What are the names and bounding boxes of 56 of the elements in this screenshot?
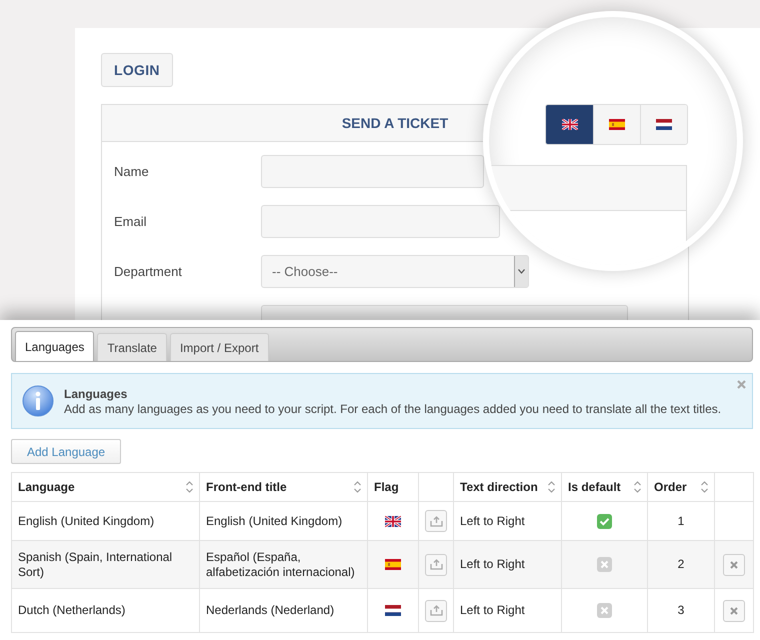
- upload-icon: [430, 605, 442, 616]
- caret-icon: [518, 269, 525, 274]
- table-cell: 1: [678, 514, 684, 528]
- language-switch-button[interactable]: [593, 105, 640, 144]
- notice-title: Languages: [64, 386, 128, 400]
- close-icon: [730, 606, 738, 614]
- cross-icon[interactable]: [597, 557, 612, 572]
- login-button[interactable]: LOGIN: [101, 53, 173, 87]
- sort-icon[interactable]: [354, 481, 361, 493]
- notice-text: Add as many languages as you need to your script. For each of the languages added you need to translate all the text titles.: [64, 402, 722, 416]
- cross-icon[interactable]: [597, 603, 612, 618]
- spain-flag-icon: [385, 559, 401, 570]
- sort-icon[interactable]: [186, 481, 193, 493]
- column-header: Flag: [374, 480, 399, 494]
- table-cell: Nederlands (Nederland): [206, 603, 334, 617]
- column-header[interactable]: Language: [18, 480, 75, 494]
- text-field[interactable]: [261, 205, 500, 238]
- delete-button[interactable]: [723, 600, 745, 622]
- upload-flag-button[interactable]: [425, 510, 447, 532]
- language-switch-button[interactable]: [640, 105, 687, 144]
- netherlands-flag-icon: [656, 119, 672, 130]
- table-cell: English (United Kingdom): [206, 514, 342, 528]
- tab[interactable]: Translate: [97, 333, 167, 361]
- text-field[interactable]: [261, 155, 484, 188]
- field-label: Department: [114, 264, 183, 279]
- upload-icon: [430, 516, 442, 526]
- field-label: Email: [114, 214, 148, 229]
- close-icon[interactable]: [737, 380, 746, 389]
- table-cell: Left to Right: [460, 514, 525, 528]
- table-cell: Spanish (Spain, International Sort): [18, 550, 172, 578]
- uk-flag-icon: [562, 119, 578, 130]
- table-cell: English (United Kingdom): [18, 514, 154, 528]
- spain-flag-icon: [609, 119, 625, 130]
- table-cell: Español (España, alfabetización internacional): [206, 550, 355, 578]
- table-cell: 2: [678, 557, 684, 571]
- upload-flag-button[interactable]: [425, 554, 447, 576]
- uk-flag-icon: [385, 516, 401, 526]
- table-cell: Dutch (Netherlands): [18, 603, 126, 617]
- delete-button[interactable]: [723, 554, 745, 576]
- sort-icon[interactable]: [548, 481, 555, 493]
- field-label: Name: [114, 164, 150, 179]
- upload-icon: [430, 559, 442, 570]
- table-cell: Left to Right: [460, 557, 525, 571]
- tab[interactable]: Import / Export: [170, 333, 269, 361]
- table-cell: Left to Right: [460, 603, 525, 617]
- tab[interactable]: Languages: [15, 331, 94, 361]
- table-cell: 3: [678, 603, 684, 617]
- info-icon: [22, 385, 54, 417]
- close-icon: [730, 560, 738, 568]
- netherlands-flag-icon: [385, 605, 401, 616]
- sort-icon[interactable]: [701, 481, 708, 493]
- checkmark-icon[interactable]: [597, 514, 612, 529]
- department-dropdown[interactable]: -- Choose--: [261, 255, 529, 288]
- language-switch-button[interactable]: [546, 105, 593, 144]
- sort-icon[interactable]: [634, 481, 641, 493]
- upload-flag-button[interactable]: [425, 600, 447, 622]
